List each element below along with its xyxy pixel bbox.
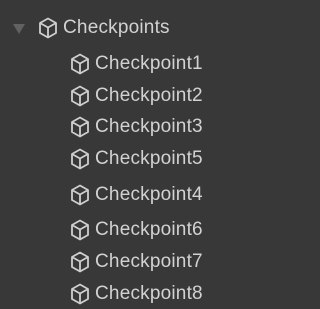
hierarchy-item-checkpoint1[interactable]: Checkpoint1	[0, 50, 283, 79]
hierarchy-item-label: Checkpoints	[63, 17, 170, 38]
gameobject-cube-icon	[70, 283, 90, 305]
expand-arrow-icon[interactable]	[13, 24, 25, 34]
hierarchy-item-checkpoint3[interactable]: Checkpoint3	[0, 113, 283, 142]
hierarchy-item-label: Checkpoint5	[95, 148, 203, 169]
gameobject-cube-icon	[38, 17, 58, 39]
hierarchy-panel: Checkpoints Checkpoint1 Checkpoint2 Chec…	[0, 0, 283, 309]
gameobject-cube-icon	[70, 184, 90, 206]
gameobject-cube-icon	[70, 219, 90, 241]
hierarchy-item-checkpoint6[interactable]: Checkpoint6	[0, 216, 283, 245]
hierarchy-item-checkpoint8[interactable]: Checkpoint8	[0, 280, 283, 309]
hierarchy-item-label: Checkpoint2	[95, 85, 203, 106]
gameobject-cube-icon	[70, 53, 90, 75]
hierarchy-item-label: Checkpoint1	[95, 53, 203, 74]
gameobject-cube-icon	[70, 251, 90, 273]
gameobject-cube-icon	[70, 116, 90, 138]
gameobject-cube-icon	[70, 85, 90, 107]
hierarchy-item-checkpoint2[interactable]: Checkpoint2	[0, 82, 283, 111]
hierarchy-item-checkpoint7[interactable]: Checkpoint7	[0, 248, 283, 277]
hierarchy-item-label: Checkpoint6	[95, 219, 203, 240]
hierarchy-item-checkpoint5[interactable]: Checkpoint5	[0, 145, 283, 174]
hierarchy-item-label: Checkpoint4	[95, 184, 203, 205]
hierarchy-item-label: Checkpoint8	[95, 283, 203, 304]
gameobject-cube-icon	[70, 148, 90, 170]
hierarchy-item-label: Checkpoint7	[95, 251, 203, 272]
hierarchy-item-label: Checkpoint3	[95, 116, 203, 137]
hierarchy-item-checkpoints[interactable]: Checkpoints	[0, 14, 283, 43]
hierarchy-item-checkpoint4[interactable]: Checkpoint4	[0, 181, 283, 210]
